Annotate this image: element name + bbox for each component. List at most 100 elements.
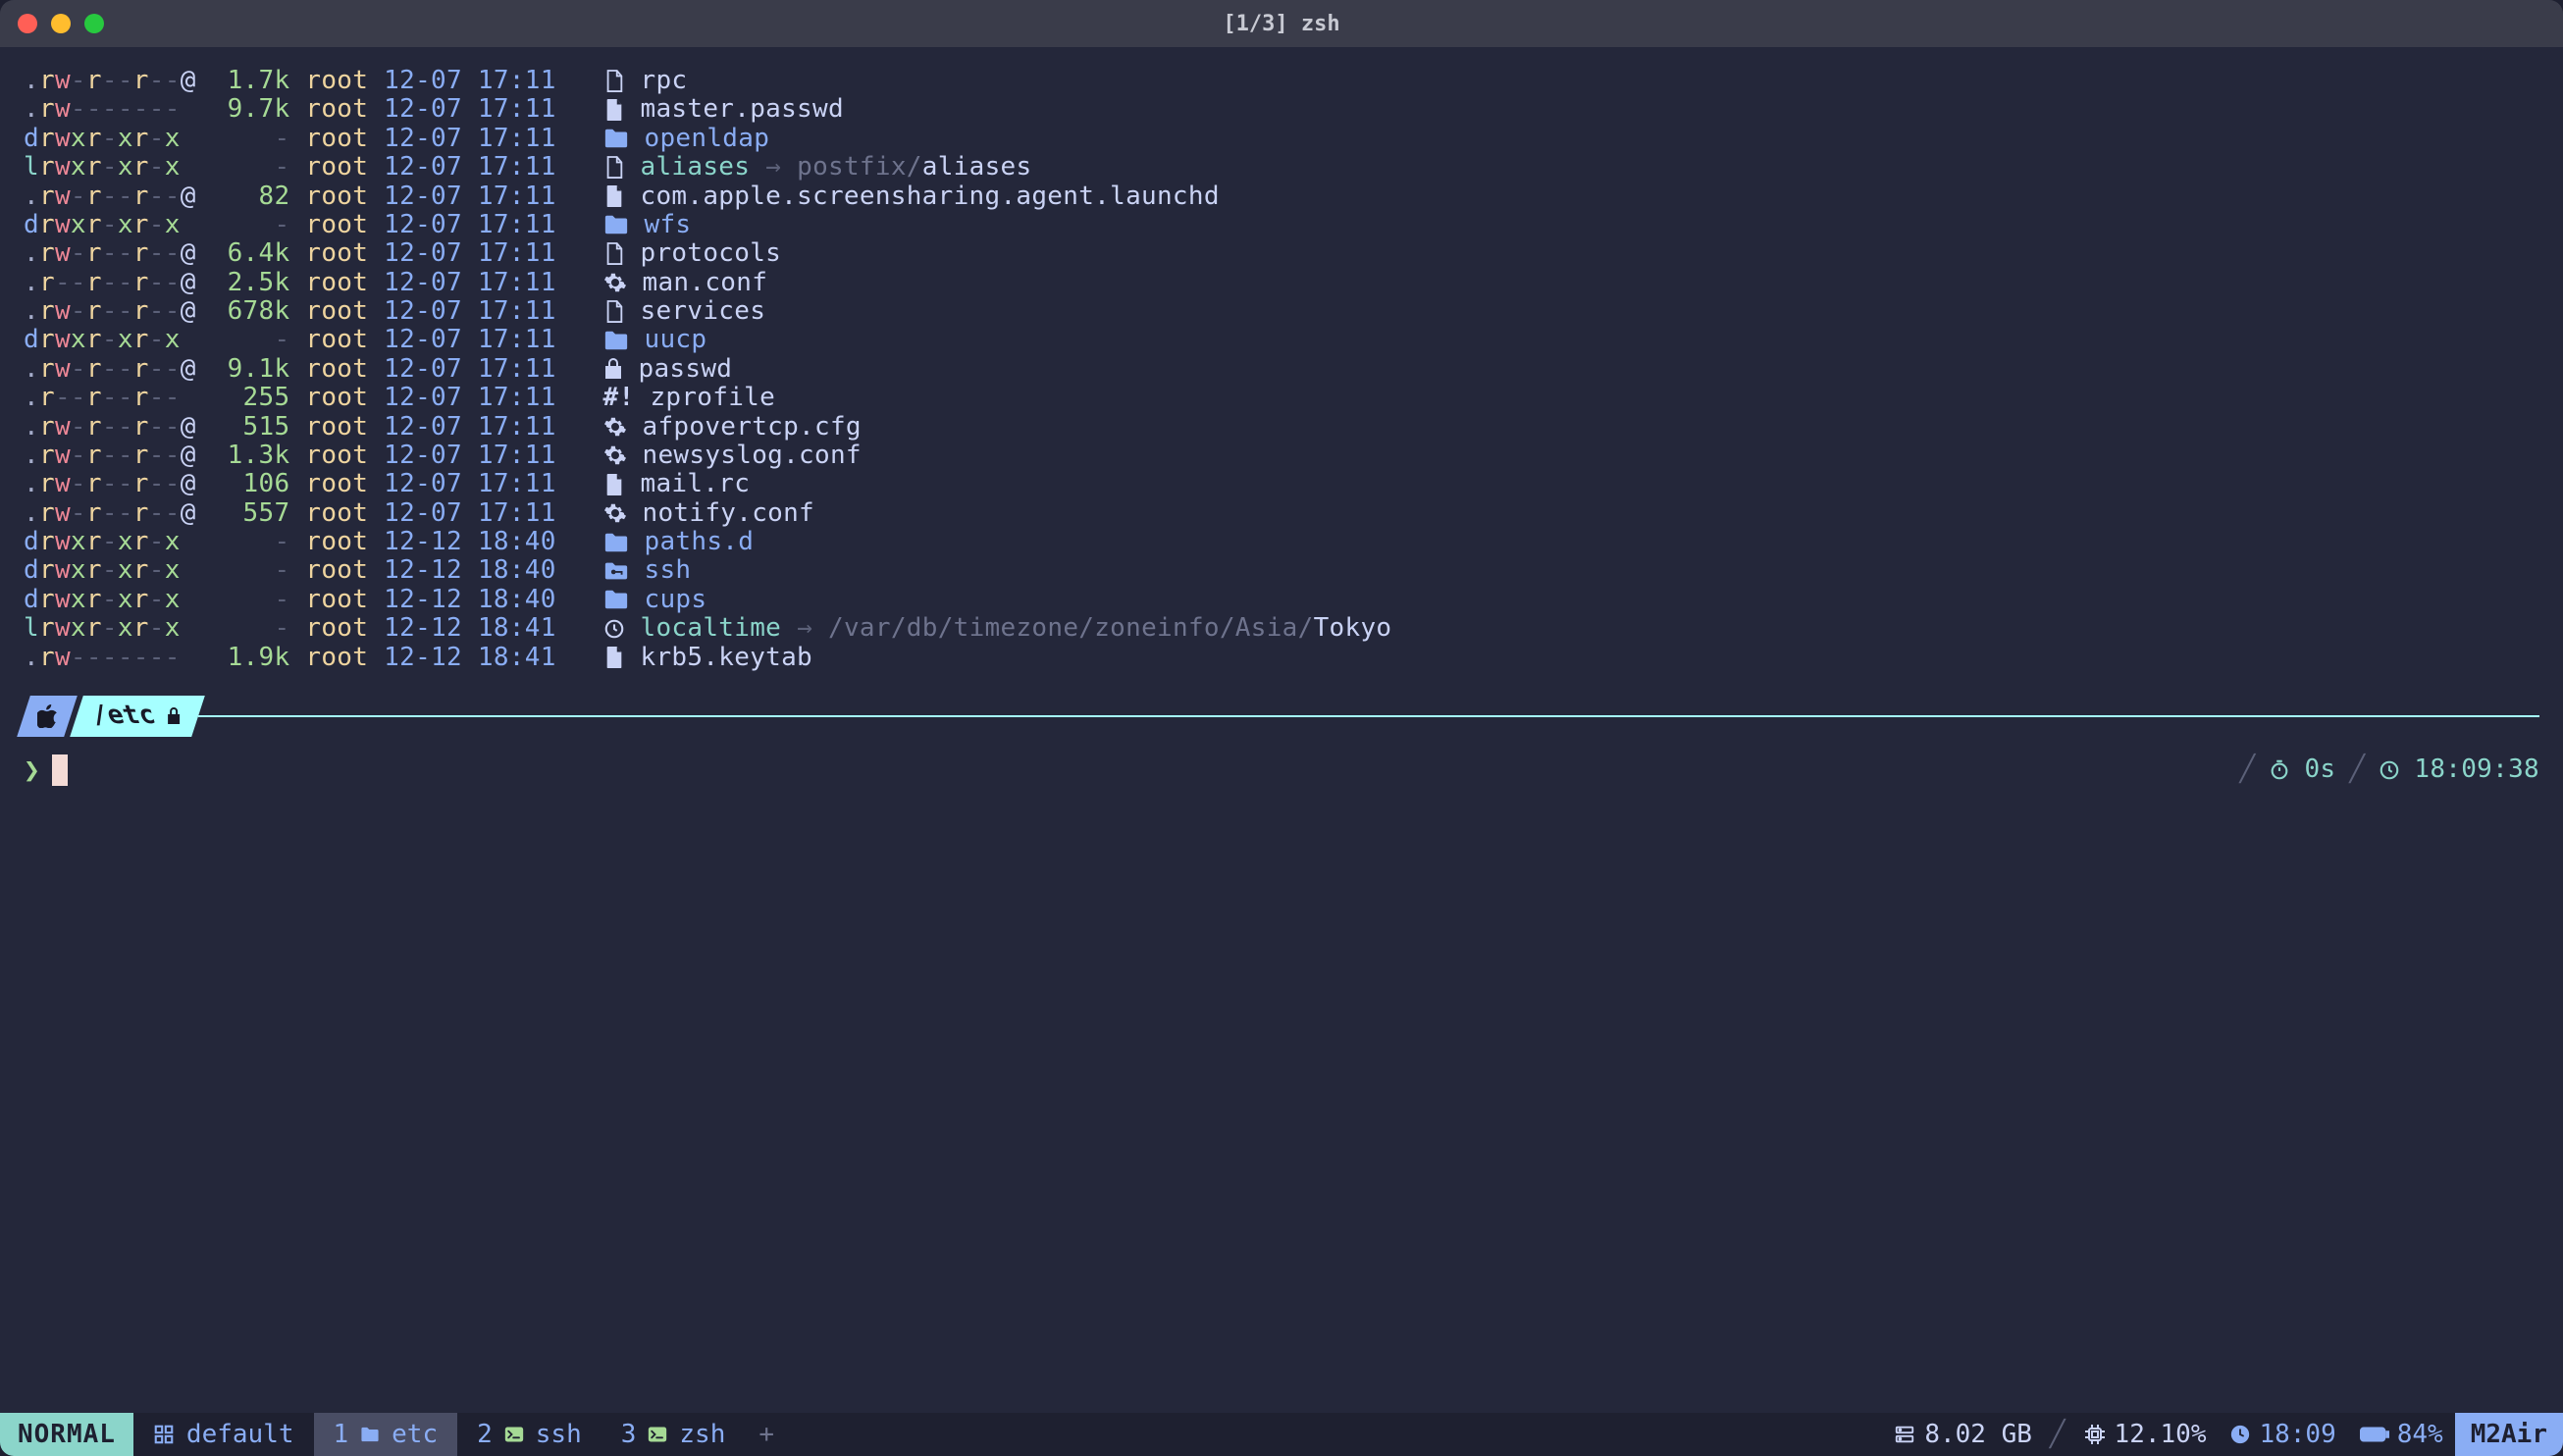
file-row: lrwxr-xr-x - root 12-12 18:41 localtime … — [24, 614, 2539, 643]
folder-icon — [603, 585, 629, 614]
file-row: .r--r--r-- 255 root 12-07 17:11 #! zprof… — [24, 384, 2539, 412]
file-row: drwxr-xr-x - root 12-12 18:40 cups — [24, 586, 2539, 614]
terminal-body[interactable]: .rw-r--r--@ 1.7k root 12-07 17:11 rpc.rw… — [0, 47, 2563, 1413]
term-icon — [648, 1426, 667, 1443]
file-row: .rw-r--r--@ 557 root 12-07 17:11 notify.… — [24, 499, 2539, 528]
file-row: .rw-r--r--@ 1.7k root 12-07 17:11 rpc — [24, 67, 2539, 95]
folder-icon — [360, 1427, 380, 1442]
tmux-statusbar: NORMAL default 1etc2ssh3zsh + 8.02 GB ╱ … — [0, 1413, 2563, 1456]
file-name: passwd — [639, 354, 733, 384]
minimize-button[interactable] — [51, 14, 71, 33]
prompt-char: ❯ — [24, 754, 40, 786]
file-name: paths.d — [645, 527, 755, 556]
file-name: localtime — [641, 613, 782, 643]
prompt-segment-path: /etc — [70, 696, 204, 737]
file-name: newsyslog.conf — [643, 441, 862, 470]
file-name: master.passwd — [641, 94, 844, 124]
cpu-stat: 12.10% — [2071, 1420, 2219, 1449]
window-title: [1/3] zsh — [1223, 12, 1339, 36]
file-row: .rw-r--r--@ 678k root 12-07 17:11 servic… — [24, 297, 2539, 326]
folder-icon — [603, 527, 629, 556]
file-listing: .rw-r--r--@ 1.7k root 12-07 17:11 rpc.rw… — [24, 67, 2539, 672]
prompt-rule — [198, 715, 2539, 717]
cpu-icon — [2083, 1423, 2107, 1446]
file-name: notify.conf — [643, 498, 815, 528]
terminal-window: [1/3] zsh .rw-r--r--@ 1.7k root 12-07 17… — [0, 0, 2563, 1456]
doc-icon — [603, 643, 625, 672]
file-name: mail.rc — [641, 469, 751, 498]
file-row: .rw-r--r--@ 1.3k root 12-07 17:11 newsys… — [24, 442, 2539, 470]
file-name: protocols — [641, 238, 782, 268]
gear-icon — [603, 412, 627, 442]
lock-icon — [603, 354, 623, 384]
vim-mode: NORMAL — [0, 1413, 133, 1456]
file-row: .r--r--r--@ 2.5k root 12-07 17:11 man.co… — [24, 269, 2539, 297]
close-button[interactable] — [18, 14, 37, 33]
tmux-tab[interactable]: 3zsh — [602, 1413, 746, 1456]
file-row: drwxr-xr-x - root 12-12 18:40 ssh — [24, 556, 2539, 585]
time-stat: 18:09 — [2218, 1420, 2347, 1449]
clock-icon — [2229, 1424, 2251, 1445]
file-row: .rw------- 9.7k root 12-07 17:11 master.… — [24, 95, 2539, 124]
add-tab-button[interactable]: + — [745, 1420, 788, 1449]
file-name: man.conf — [643, 268, 768, 297]
doc-icon — [603, 182, 625, 211]
input-line[interactable]: ❯ ╱ 0s ╱ 18:09:38 — [24, 754, 2539, 794]
stopwatch-icon — [2269, 755, 2290, 784]
file-name: rpc — [641, 66, 688, 95]
right-prompt: ╱ 0s ╱ 18:09:38 — [2240, 755, 2540, 784]
maximize-button[interactable] — [84, 14, 104, 33]
file-icon — [603, 66, 625, 95]
clock-icon — [603, 613, 625, 643]
file-row: .rw-r--r--@ 106 root 12-07 17:11 mail.rc — [24, 470, 2539, 498]
file-name: ssh — [645, 555, 692, 585]
battery-stat: 84% — [2348, 1420, 2455, 1449]
titlebar: [1/3] zsh — [0, 0, 2563, 47]
file-name: krb5.keytab — [641, 643, 813, 672]
file-row: drwxr-xr-x - root 12-07 17:11 uucp — [24, 326, 2539, 354]
tmux-tab[interactable]: 2ssh — [457, 1413, 602, 1456]
file-name: afpovertcp.cfg — [643, 412, 862, 442]
session-name[interactable]: default — [133, 1413, 314, 1456]
folder-icon — [603, 210, 629, 239]
battery-icon — [2360, 1426, 2389, 1443]
file-name: openldap — [645, 124, 770, 153]
file-icon — [603, 152, 625, 182]
traffic-lights — [18, 14, 104, 33]
file-row: .rw------- 1.9k root 12-12 18:41 krb5.ke… — [24, 644, 2539, 672]
hash-icon: #! — [603, 383, 635, 412]
file-row: .rw-r--r--@ 9.1k root 12-07 17:11 passwd — [24, 355, 2539, 384]
doc-icon — [603, 94, 625, 124]
lock-icon — [165, 706, 183, 726]
file-row: drwxr-xr-x - root 12-07 17:11 openldap — [24, 125, 2539, 153]
term-icon — [504, 1426, 524, 1443]
apple-icon — [37, 704, 57, 728]
file-name: cups — [645, 585, 707, 614]
disk-icon — [1893, 1424, 1916, 1445]
file-name: zprofile — [650, 383, 775, 412]
grid-icon — [153, 1424, 175, 1445]
prompt-segment-os — [17, 696, 78, 737]
folder-icon — [603, 124, 629, 153]
gear-icon — [603, 441, 627, 470]
hostname: M2Air — [2455, 1413, 2563, 1456]
prompt-path: /etc — [87, 702, 159, 730]
cursor — [52, 754, 68, 786]
duration-value: 0s — [2304, 755, 2335, 784]
file-row: .rw-r--r--@ 6.4k root 12-07 17:11 protoc… — [24, 239, 2539, 268]
prompt-line: /etc — [24, 696, 2539, 737]
file-name: uucp — [645, 325, 707, 354]
clock-value: 18:09:38 — [2414, 755, 2539, 784]
file-row: lrwxr-xr-x - root 12-07 17:11 aliases → … — [24, 153, 2539, 182]
file-name: services — [641, 296, 766, 326]
disk-stat: 8.02 GB — [1881, 1420, 2044, 1449]
file-row: .rw-r--r--@ 82 root 12-07 17:11 com.appl… — [24, 182, 2539, 211]
folder-icon — [603, 325, 629, 354]
file-row: drwxr-xr-x - root 12-07 17:11 wfs — [24, 211, 2539, 239]
file-row: drwxr-xr-x - root 12-12 18:40 paths.d — [24, 528, 2539, 556]
gear-icon — [603, 498, 627, 528]
gear-icon — [603, 268, 627, 297]
tmux-tab[interactable]: 1etc — [314, 1413, 458, 1456]
file-name: com.apple.screensharing.agent.launchd — [641, 182, 1220, 211]
doc-icon — [603, 469, 625, 498]
